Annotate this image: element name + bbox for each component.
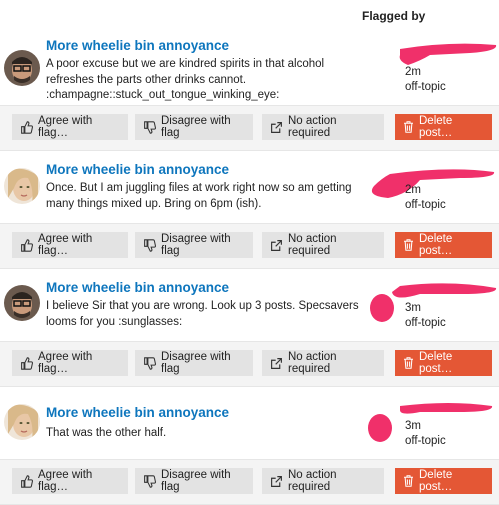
disagree-label: Disagree with flag <box>161 233 231 257</box>
disagree-label: Disagree with flag <box>161 469 231 493</box>
no-action-label: No action required <box>288 351 337 375</box>
post-title-link[interactable]: More wheelie bin annoyance <box>46 280 229 295</box>
flag-action-bar: Agree with flag… Disagree with flag No a… <box>0 223 499 269</box>
thumbs-up-icon <box>21 120 33 134</box>
post-body: I believe Sir that you are wrong. Look u… <box>46 300 359 328</box>
flagged-by-header: Flagged by <box>362 9 426 23</box>
delete-label: Delete post… <box>419 233 453 257</box>
thumbs-up-icon <box>21 356 33 370</box>
flag-reason: off-topic <box>405 317 446 329</box>
redacted-flagger <box>368 403 493 442</box>
avatar[interactable] <box>4 168 40 204</box>
disagree-with-flag-button[interactable]: Disagree with flag <box>135 468 253 494</box>
avatar[interactable] <box>4 404 40 440</box>
post-title-link[interactable]: More wheelie bin annoyance <box>46 405 229 420</box>
disagree-with-flag-button[interactable]: Disagree with flag <box>135 114 253 140</box>
thumbs-down-icon <box>144 238 156 252</box>
no-action-required-button[interactable]: No action required <box>262 350 384 376</box>
thumbs-up-icon <box>21 238 33 252</box>
agree-with-flag-button[interactable]: Agree with flag… <box>12 468 128 494</box>
agree-label: Agree with flag… <box>38 351 93 375</box>
flag-action-bar: Agree with flag… Disagree with flag No a… <box>0 459 499 505</box>
flag-time: 3m <box>405 302 421 314</box>
disagree-with-flag-button[interactable]: Disagree with flag <box>135 350 253 376</box>
agree-label: Agree with flag… <box>38 233 93 257</box>
avatar[interactable] <box>4 285 40 321</box>
flag-time: 3m <box>405 420 421 432</box>
avatar[interactable] <box>4 50 40 86</box>
flag-time: 2m <box>405 66 421 78</box>
delete-label: Delete post… <box>419 469 453 493</box>
redacted-flagger <box>371 169 495 198</box>
thumbs-down-icon <box>144 474 156 488</box>
external-link-icon <box>271 239 282 251</box>
external-link-icon <box>271 121 282 133</box>
post-title-link[interactable]: More wheelie bin annoyance <box>46 38 229 53</box>
delete-label: Delete post… <box>419 115 453 139</box>
disagree-label: Disagree with flag <box>161 115 231 139</box>
flag-reason: off-topic <box>405 199 446 211</box>
thumbs-down-icon <box>144 356 156 370</box>
trash-icon <box>404 121 413 133</box>
flag-action-bar: Agree with flag… Disagree with flag No a… <box>0 105 499 151</box>
no-action-label: No action required <box>288 469 337 493</box>
post-body: Once. But I am juggling files at work ri… <box>46 182 352 210</box>
trash-icon <box>404 475 413 487</box>
trash-icon <box>404 239 413 251</box>
trash-icon <box>404 357 413 369</box>
delete-post-button[interactable]: Delete post… <box>395 468 492 494</box>
delete-label: Delete post… <box>419 351 453 375</box>
delete-post-button[interactable]: Delete post… <box>395 232 492 258</box>
no-action-label: No action required <box>288 233 337 257</box>
post-body: That was the other half. <box>46 427 167 439</box>
no-action-label: No action required <box>288 115 337 139</box>
agree-with-flag-button[interactable]: Agree with flag… <box>12 350 128 376</box>
post-title-link[interactable]: More wheelie bin annoyance <box>46 162 229 177</box>
agree-label: Agree with flag… <box>38 469 93 493</box>
no-action-required-button[interactable]: No action required <box>262 468 384 494</box>
thumbs-up-icon <box>21 474 33 488</box>
thumbs-down-icon <box>144 120 156 134</box>
flag-time: 2m <box>405 184 421 196</box>
disagree-with-flag-button[interactable]: Disagree with flag <box>135 232 253 258</box>
post-body: A poor excuse but we are kindred spirits… <box>46 58 325 101</box>
agree-with-flag-button[interactable]: Agree with flag… <box>12 232 128 258</box>
disagree-label: Disagree with flag <box>161 351 231 375</box>
no-action-required-button[interactable]: No action required <box>262 114 384 140</box>
redacted-flagger <box>370 283 497 322</box>
agree-label: Agree with flag… <box>38 115 93 139</box>
flag-reason: off-topic <box>405 81 446 93</box>
external-link-icon <box>271 475 282 487</box>
flag-action-bar: Agree with flag… Disagree with flag No a… <box>0 341 499 387</box>
flag-reason: off-topic <box>405 435 446 447</box>
no-action-required-button[interactable]: No action required <box>262 232 384 258</box>
delete-post-button[interactable]: Delete post… <box>395 350 492 376</box>
agree-with-flag-button[interactable]: Agree with flag… <box>12 114 128 140</box>
delete-post-button[interactable]: Delete post… <box>395 114 492 140</box>
external-link-icon <box>271 357 282 369</box>
